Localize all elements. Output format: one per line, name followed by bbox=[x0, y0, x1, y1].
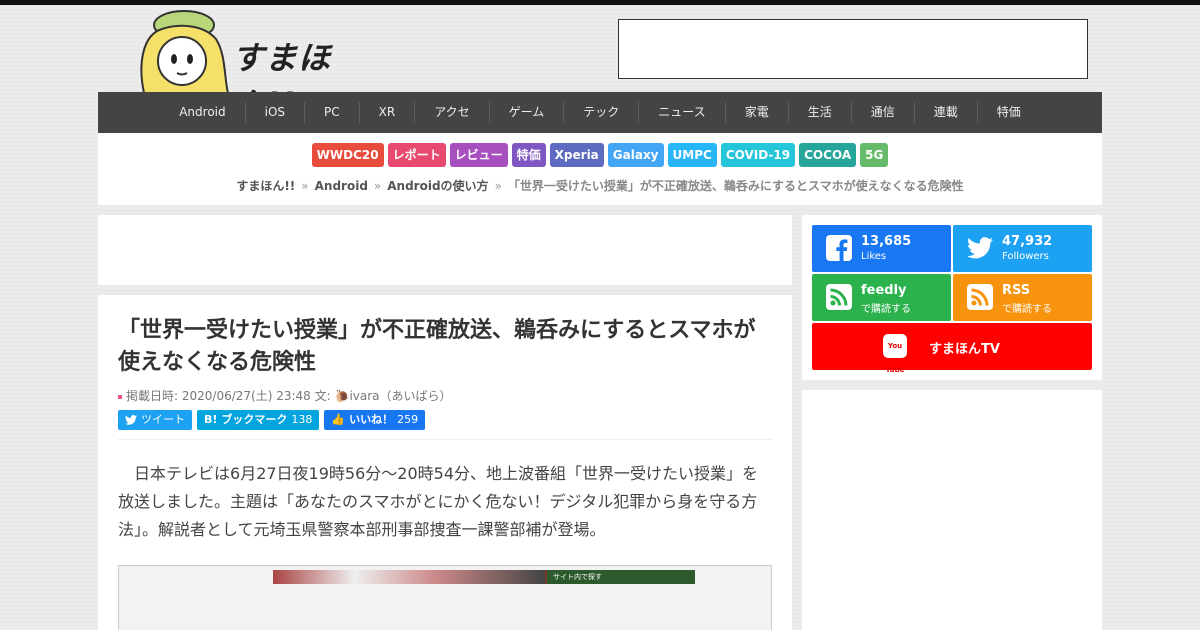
nav-item-news[interactable]: ニュース bbox=[638, 102, 724, 123]
tweet-button[interactable]: ツイート bbox=[118, 410, 192, 430]
subnav: WWDC20 レポート レビュー 特価 Xperia Galaxy UMPC C… bbox=[98, 133, 1102, 205]
hatena-bookmark-button[interactable]: B! ブックマーク 138 bbox=[197, 410, 320, 430]
twitter-sub: Followers bbox=[1002, 251, 1049, 262]
tag-report[interactable]: レポート bbox=[387, 143, 446, 167]
nav-item-pc[interactable]: PC bbox=[304, 102, 359, 123]
mascot-icon bbox=[140, 10, 230, 94]
meta-bullet-icon bbox=[118, 394, 122, 399]
rss-sub: で購読する bbox=[1002, 304, 1052, 315]
author-name[interactable]: ivara（あいばら） bbox=[349, 389, 451, 403]
hatena-label: ブックマーク bbox=[221, 413, 288, 426]
breadcrumb-separator: » bbox=[301, 179, 309, 193]
tag-covid19[interactable]: COVID-19 bbox=[720, 143, 796, 167]
tag-xperia[interactable]: Xperia bbox=[549, 143, 604, 167]
nav-item-accessory[interactable]: アクセ bbox=[414, 102, 488, 123]
breadcrumb-current: 「世界一受けたい授業」が不正確放送、鵜呑みにするとスマホが使えなくなる危険性 bbox=[507, 179, 964, 193]
rss-follow-button[interactable]: RSS で購読する bbox=[953, 274, 1092, 321]
tag-umpc[interactable]: UMPC bbox=[667, 143, 717, 167]
content-ad-slot[interactable] bbox=[98, 215, 792, 285]
nav-item-telecom[interactable]: 通信 bbox=[850, 102, 914, 123]
nav-item-life[interactable]: 生活 bbox=[787, 102, 851, 123]
tag-galaxy[interactable]: Galaxy bbox=[607, 143, 664, 167]
tv-screenshot-image bbox=[273, 570, 545, 584]
sidebar-ad-slot[interactable] bbox=[802, 390, 1102, 630]
thumbs-up-icon: 👍 bbox=[331, 413, 346, 426]
tag-deals[interactable]: 特価 bbox=[511, 143, 546, 167]
article-title: 「世界一受けたい授業」が不正確放送、鵜呑みにするとスマホが使えなくなる危険性 bbox=[118, 318, 756, 375]
breadcrumb-subcategory[interactable]: Androidの使い方 bbox=[387, 179, 488, 193]
facebook-icon bbox=[826, 235, 852, 261]
feedly-label: feedly bbox=[861, 283, 907, 298]
divider bbox=[118, 439, 772, 440]
article-meta: 掲載日時: 2020/06/27(土) 23:48 文: 🐌ivara（あいばら… bbox=[118, 387, 452, 404]
rss-icon bbox=[967, 284, 993, 310]
tweet-label: ツイート bbox=[141, 413, 185, 426]
nav-item-series[interactable]: 連載 bbox=[913, 102, 977, 123]
tag-5g[interactable]: 5G bbox=[860, 143, 889, 167]
nav-item-deals[interactable]: 特価 bbox=[976, 102, 1040, 123]
site-search-caption: サイト内で探す bbox=[547, 570, 695, 584]
breadcrumb-separator: » bbox=[494, 179, 502, 193]
nav-item-android[interactable]: Android bbox=[160, 102, 244, 123]
site-logo[interactable]: すまほん!! bbox=[132, 5, 372, 123]
facebook-count: 13,685 bbox=[861, 234, 912, 249]
youtube-channel-button[interactable]: You Tube すまほんTV bbox=[812, 323, 1092, 374]
author-label: 文: bbox=[314, 389, 331, 403]
nav-item-ios[interactable]: iOS bbox=[244, 102, 304, 123]
twitter-follow-button[interactable]: 47,932 Followers bbox=[953, 225, 1092, 272]
nav-item-game[interactable]: ゲーム bbox=[488, 102, 564, 123]
feedly-sub: で購読する bbox=[861, 304, 911, 315]
twitter-bird-icon bbox=[125, 415, 137, 425]
hatena-b-icon: B! bbox=[204, 413, 218, 426]
feedly-follow-button[interactable]: feedly で購読する bbox=[812, 274, 951, 321]
header-ad-banner[interactable] bbox=[618, 19, 1088, 79]
nav-item-tech[interactable]: テック bbox=[563, 102, 638, 123]
nav-item-appliance[interactable]: 家電 bbox=[724, 102, 788, 123]
hatena-count: 138 bbox=[291, 413, 313, 426]
twitter-icon bbox=[967, 237, 993, 259]
article: 「世界一受けたい授業」が不正確放送、鵜呑みにするとスマホが使えなくなる危険性 掲… bbox=[98, 295, 792, 630]
share-buttons: ツイート B! ブックマーク 138 👍 いいね！ 259 bbox=[118, 410, 426, 430]
tag-cocoa[interactable]: COCOA bbox=[799, 143, 857, 167]
tag-list: WWDC20 レポート レビュー 特価 Xperia Galaxy UMPC C… bbox=[98, 143, 1102, 167]
like-count: 259 bbox=[397, 413, 419, 426]
youtube-label: すまほんTV bbox=[929, 342, 1000, 357]
breadcrumb: すまほん!! » Android » Androidの使い方 » 「世界一受けたい授業」が不… bbox=[98, 177, 1102, 194]
breadcrumb-separator: » bbox=[373, 179, 382, 193]
twitter-count: 47,932 bbox=[1002, 234, 1053, 249]
facebook-follow-button[interactable]: 13,685 Likes bbox=[812, 225, 951, 272]
breadcrumb-category[interactable]: Android bbox=[315, 179, 368, 193]
rss-label: RSS bbox=[1002, 283, 1031, 298]
article-figure: サイト内で探す bbox=[118, 565, 772, 630]
article-body-text: 日本テレビは6月27日夜19時56分～20時54分、地上波番組「世界一受けたい授… bbox=[118, 464, 758, 539]
tag-review[interactable]: レビュー bbox=[449, 143, 508, 167]
article-body: 日本テレビは6月27日夜19時56分～20時54分、地上波番組「世界一受けたい授… bbox=[118, 460, 772, 544]
facebook-sub: Likes bbox=[861, 251, 887, 262]
main-nav: Android iOS PC XR アクセ ゲーム テック ニュース 家電 生活… bbox=[98, 92, 1102, 133]
sns-follow-box: 13,685 Likes 47,932 Followers feedly で購読… bbox=[802, 215, 1102, 380]
youtube-icon: You Tube bbox=[883, 334, 907, 374]
feedly-rss-icon bbox=[826, 284, 852, 310]
tag-wwdc20[interactable]: WWDC20 bbox=[311, 143, 384, 167]
breadcrumb-home[interactable]: すまほん!! bbox=[236, 179, 295, 193]
nav-item-xr[interactable]: XR bbox=[358, 102, 415, 123]
like-label: いいね！ bbox=[349, 413, 394, 426]
article-image: サイト内で探す bbox=[273, 570, 695, 584]
article-date: 掲載日時: 2020/06/27(土) 23:48 bbox=[126, 389, 311, 403]
author-avatar-icon: 🐌 bbox=[334, 389, 350, 403]
facebook-like-button[interactable]: 👍 いいね！ 259 bbox=[324, 410, 426, 430]
